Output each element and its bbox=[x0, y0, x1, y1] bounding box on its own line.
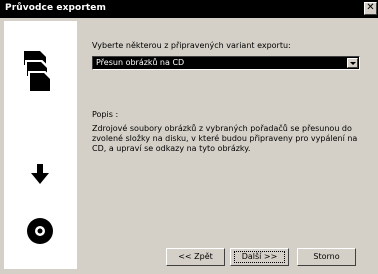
document-stack-icon bbox=[24, 51, 52, 91]
wizard-side-panel bbox=[4, 21, 77, 269]
wizard-content: Vyberte některou z připravených variant … bbox=[77, 21, 378, 243]
export-wizard-window: Průvodce exportem ✕ Vyberte některou z p… bbox=[0, 0, 378, 274]
description-label: Popis : bbox=[92, 110, 119, 119]
down-arrow-icon bbox=[31, 164, 49, 184]
close-icon: ✕ bbox=[366, 2, 375, 13]
cd-disc-icon bbox=[27, 218, 53, 244]
cancel-button[interactable]: Storno bbox=[297, 248, 356, 266]
back-button[interactable]: << Zpět bbox=[166, 248, 225, 266]
export-variant-select[interactable]: Přesun obrázků na CD bbox=[92, 56, 360, 70]
title-bar[interactable]: Průvodce exportem ✕ bbox=[0, 0, 378, 18]
chevron-down-icon[interactable] bbox=[347, 58, 358, 68]
window-title: Průvodce exportem bbox=[5, 3, 106, 13]
focus-rect bbox=[234, 251, 285, 263]
export-variant-label: Vyberte některou z připravených variant … bbox=[92, 41, 291, 50]
description-text: Zdrojové soubory obrázků z vybraných poř… bbox=[92, 124, 358, 153]
close-button[interactable]: ✕ bbox=[364, 2, 377, 15]
next-button[interactable]: Další >> bbox=[230, 248, 289, 266]
export-variant-value: Přesun obrázků na CD bbox=[96, 58, 185, 67]
button-row: << Zpět Další >> Storno bbox=[0, 245, 378, 269]
